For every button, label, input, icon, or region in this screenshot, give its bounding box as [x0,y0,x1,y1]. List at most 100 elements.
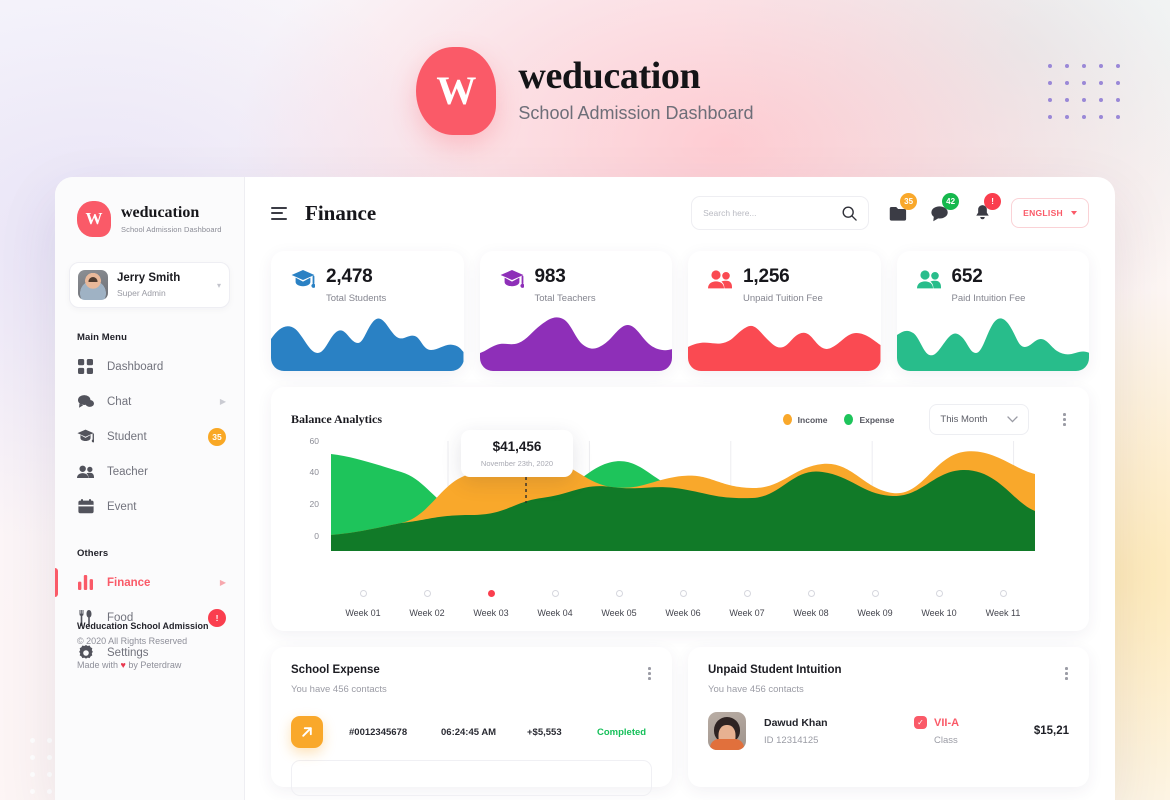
kebab-menu-icon[interactable] [1062,663,1071,684]
panel-subtitle: You have 456 contacts [291,684,387,695]
x-tick[interactable]: Week 02 [395,590,459,618]
stat-text: 652 Paid Intuition Fee [952,267,1026,304]
x-tick[interactable]: Week 10 [907,590,971,618]
list-item[interactable]: Dawud Khan ID 12314125 ✓ VII-A Class $15… [708,712,1069,750]
sidebar-brand-tagline: School Admission Dashboard [121,224,222,234]
date-range-value: This Month [940,414,988,425]
profile-name: Jerry Smith [117,272,181,285]
status-badge: 35 [208,427,226,446]
x-tick[interactable]: Week 01 [331,590,395,618]
analytics-header: Balance Analytics Income Expense This Mo… [291,404,1069,435]
bottom-panels: School Expense You have 456 contacts #00… [271,647,1089,796]
student-class: ✓ VII-A Class [914,716,959,746]
search-icon[interactable] [842,206,857,221]
sidebar-section-title-others: Others [77,548,109,559]
stat-card-paid-intuition-fee[interactable]: 652 Paid Intuition Fee [896,251,1090,371]
x-tick[interactable]: Week 07 [715,590,779,618]
x-tick-dot [423,590,431,597]
panel-title: School Expense [291,664,380,676]
x-tick[interactable]: Week 04 [523,590,587,618]
chevron-down-icon[interactable]: ▾ [217,281,221,290]
sidebar-item-label: Finance [107,576,151,589]
sidebar-item-dashboard[interactable]: Dashboard [55,349,244,384]
kebab-menu-icon[interactable] [645,663,654,684]
stat-value: 1,256 [743,266,790,287]
graduation-cap-icon [291,267,315,291]
analytics-chart: 60 40 20 0 $41,456 November 23th, 2020 [291,430,1069,576]
tooltip-value: $41,456 [492,439,542,454]
date-range-select[interactable]: This Month [929,404,1030,435]
sidebar-item-teacher[interactable]: Teacher [55,454,244,489]
unpaid-student-panel: Unpaid Student Intuition You have 456 co… [688,647,1089,787]
sidebar-item-label: Dashboard [107,360,164,373]
table-row[interactable]: #0012345678 06:24:45 AM +$5,553 Complete… [291,716,652,748]
search-box[interactable] [691,196,870,230]
main-content: Finance 35 42 ! [245,177,1115,800]
x-tick[interactable]: Week 11 [971,590,1035,618]
x-tick-active[interactable]: Week 03 [459,590,523,618]
people-icon [916,267,941,291]
x-tick-label: Week 09 [857,608,893,618]
dot-grid-decoration-top-right [1041,58,1126,126]
x-tick[interactable]: Week 09 [843,590,907,618]
stat-card-unpaid-tuition-fee[interactable]: 1,256 Unpaid Tuition Fee [688,251,881,371]
x-tick[interactable]: Week 08 [779,590,843,618]
legend-label: Income [797,414,828,425]
chart-marker-layer [331,441,1035,551]
sidebar-brand-text: weducation School Admission Dashboard [121,204,222,234]
graduation-cap-icon [500,267,524,291]
stat-card-total-students[interactable]: 2,478 Total Students [271,251,464,371]
notification-messages[interactable]: 42 [927,193,960,226]
x-tick-label: Week 01 [345,608,381,618]
x-tick-dot [935,590,943,597]
x-tick[interactable]: Week 05 [587,590,651,618]
sidebar-item-finance[interactable]: Finance ▶ [55,565,244,600]
footer-org: Weducation School Admission [77,621,209,631]
transaction-id: #0012345678 [349,726,408,738]
brand-text: weducation School Admission Dashboard [518,56,754,125]
stat-sparkline [479,317,672,371]
brand-tagline: School Admission Dashboard [518,103,754,124]
panel-subtitle: You have 456 contacts [708,684,804,695]
stat-sparkline [688,325,881,371]
user-profile-card[interactable]: Jerry Smith Super Admin ▾ [69,262,230,308]
legend-swatch [782,414,792,425]
notification-folder[interactable]: 35 [885,193,918,226]
kebab-menu-icon[interactable] [1060,409,1069,430]
stat-text: 2,478 Total Students [326,267,386,304]
graduation-cap-icon [77,428,94,445]
student-name: Dawud Khan [764,716,828,729]
grid-icon [77,358,94,375]
language-selector[interactable]: ENGLISH [1011,198,1089,228]
sidebar: W weducation School Admission Dashboard … [55,177,245,800]
bar-chart-icon [77,574,94,591]
stat-text: 1,256 Unpaid Tuition Fee [743,267,823,304]
x-tick[interactable]: Week 06 [651,590,715,618]
arrow-up-right-icon [291,716,323,748]
stat-card-total-teachers[interactable]: 983 Total Teachers [479,251,672,371]
analytics-title: Balance Analytics [291,412,383,426]
stat-cards: 2,478 Total Students 983 Total Teachers [271,251,1089,371]
chart-x-axis: Week 01 Week 02 Week 03 Week 04 Week 05 … [331,590,1035,618]
sidebar-item-student[interactable]: Student 35 [55,419,244,454]
sidebar-logo-letter: W [85,209,103,228]
notification-bell[interactable]: ! [969,193,1002,226]
search-input[interactable] [703,208,843,218]
brand-logo: W [416,46,497,135]
sidebar-item-event[interactable]: Event [55,489,244,524]
hamburger-icon[interactable] [271,206,287,220]
footer-copyright: © 2020 All Rights Reserved [77,636,188,646]
sidebar-item-chat[interactable]: Chat ▶ [55,384,244,419]
sidebar-brand[interactable]: W weducation School Admission Dashboard [55,197,244,237]
student-class-label: Class [934,735,958,746]
chevron-right-icon: ▶ [219,578,226,587]
stat-top: 652 Paid Intuition Fee [897,251,1090,304]
tooltip-date: November 23th, 2020 [480,459,554,468]
student-amount: $15,21 [1033,725,1069,737]
x-tick-label: Week 04 [537,608,573,618]
transaction-status: Completed [597,726,647,738]
sidebar-section-title-main: Main Menu [77,332,127,343]
x-tick-label: Week 05 [601,608,637,618]
chevron-down-icon [1007,416,1019,423]
stat-top: 2,478 Total Students [271,251,464,304]
